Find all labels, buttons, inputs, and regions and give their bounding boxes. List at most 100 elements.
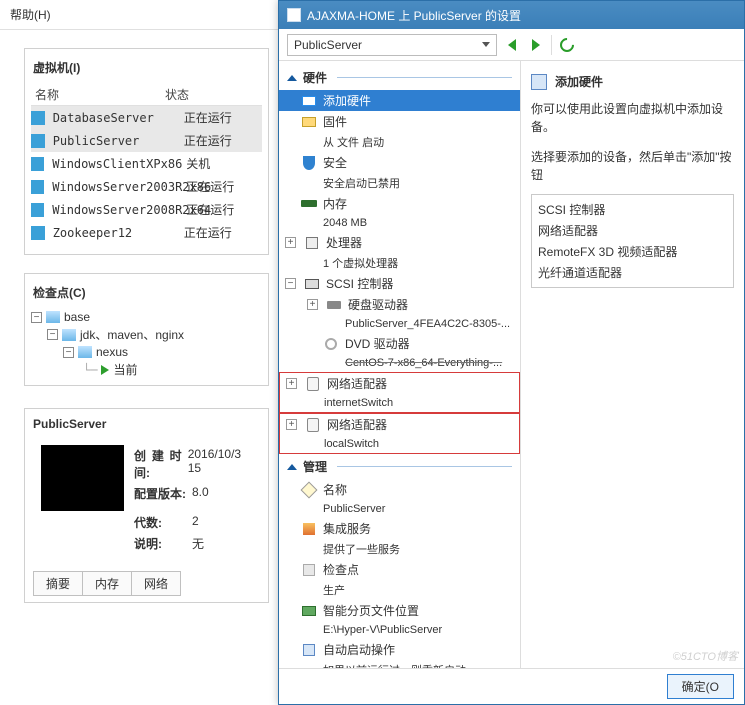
hardware-options-list[interactable]: SCSI 控制器 网络适配器 RemoteFX 3D 视频适配器 光纤通道适配器 — [531, 194, 734, 288]
cpu-icon — [304, 236, 320, 250]
arrow-left-icon — [508, 39, 516, 51]
tree-node-base[interactable]: − base — [31, 309, 262, 325]
node-memory[interactable]: 内存 — [279, 193, 520, 214]
dialog-titlebar[interactable]: AJAXMA-HOME 上 PublicServer 的设置 — [279, 1, 744, 29]
reload-icon — [557, 35, 577, 55]
node-security[interactable]: 安全 — [279, 152, 520, 173]
nic-icon — [305, 377, 321, 391]
node-scsi[interactable]: −SCSI 控制器 — [279, 273, 520, 294]
node-smartpage[interactable]: 智能分页文件位置 — [279, 600, 520, 621]
vm-icon — [31, 180, 44, 194]
tab-network[interactable]: 网络 — [131, 571, 181, 596]
firmware-icon — [301, 115, 317, 129]
vm-thumbnail[interactable] — [41, 445, 124, 511]
node-nic2[interactable]: +网络适配器 — [280, 414, 519, 435]
expand-icon[interactable]: − — [31, 312, 42, 323]
settings-tree: 硬件 添加硬件 固件 从 文件 启动 安全 安全启动已禁用 内存 2048 MB… — [279, 61, 521, 668]
refresh-button[interactable] — [558, 36, 576, 54]
option-nic[interactable]: 网络适配器 — [538, 220, 727, 241]
hdd-icon — [326, 298, 342, 312]
checkpoint-panel: 检查点(C) − base − jdk、maven、nginx − nexus … — [24, 273, 269, 386]
folder-icon — [46, 311, 60, 323]
col-name[interactable]: 名称 — [31, 86, 161, 103]
option-scsi[interactable]: SCSI 控制器 — [538, 199, 727, 220]
vm-grid-header: 名称 状态 — [31, 84, 262, 106]
expand-icon[interactable]: − — [63, 347, 74, 358]
highlight-nic2: +网络适配器 localSwitch — [279, 413, 520, 454]
checkpoint-icon — [301, 563, 317, 577]
tree-node-nexus[interactable]: − nexus — [31, 344, 262, 360]
node-security-sub: 安全启动已禁用 — [279, 173, 520, 193]
detail-title: PublicServer — [33, 417, 260, 441]
option-gpu[interactable]: RemoteFX 3D 视频适配器 — [538, 241, 727, 262]
node-dvd[interactable]: DVD 驱动器 — [279, 333, 520, 354]
vm-settings-dialog: AJAXMA-HOME 上 PublicServer 的设置 PublicSer… — [278, 0, 745, 705]
expand-icon[interactable]: + — [286, 378, 297, 389]
current-icon — [101, 365, 109, 375]
host-window: 帮助(H) 虚拟机(I) 名称 状态 DatabaseServer正在运行 Pu… — [0, 0, 280, 705]
expand-icon[interactable]: − — [47, 329, 58, 340]
dialog-title: AJAXMA-HOME 上 PublicServer 的设置 — [307, 7, 521, 24]
vm-icon — [31, 226, 45, 240]
node-checkpoint[interactable]: 检查点 — [279, 559, 520, 580]
nic-icon — [305, 418, 321, 432]
section-hardware[interactable]: 硬件 — [279, 65, 520, 90]
folder-icon — [62, 329, 76, 341]
vm-row[interactable]: WindowsClientXPx86关机 — [31, 152, 262, 175]
vm-list-title: 虚拟机(I) — [31, 55, 262, 84]
node-autostart[interactable]: 自动启动操作 — [279, 639, 520, 660]
shield-icon — [301, 156, 317, 170]
node-integration[interactable]: 集成服务 — [279, 518, 520, 539]
node-nic1[interactable]: +网络适配器 — [280, 373, 519, 394]
node-nic2-sub: localSwitch — [280, 435, 519, 453]
node-autostart-sub: 如果以前运行过，则重新启动 — [279, 660, 520, 668]
node-firmware[interactable]: 固件 — [279, 111, 520, 132]
nav-next-button[interactable] — [527, 36, 545, 54]
node-name[interactable]: 名称 — [279, 479, 520, 500]
services-icon — [301, 522, 317, 536]
node-integration-sub: 提供了一些服务 — [279, 539, 520, 559]
option-fc[interactable]: 光纤通道适配器 — [538, 262, 727, 283]
vm-row[interactable]: WindowsServer2003R2x86正在运行 — [31, 175, 262, 198]
col-state[interactable]: 状态 — [165, 86, 245, 103]
settings-content: 添加硬件 你可以使用此设置向虚拟机中添加设备。 选择要添加的设备，然后单击"添加… — [521, 61, 744, 668]
tag-icon — [301, 483, 317, 497]
content-heading: 添加硬件 — [531, 69, 744, 98]
app-icon — [287, 8, 301, 22]
expand-icon[interactable]: + — [285, 237, 296, 248]
vm-row[interactable]: PublicServer正在运行 — [31, 129, 262, 152]
expand-icon[interactable]: − — [285, 278, 296, 289]
node-add-hardware[interactable]: 添加硬件 — [279, 90, 520, 111]
menu-help[interactable]: 帮助(H) — [0, 0, 279, 30]
memory-icon — [301, 197, 317, 211]
collapse-icon — [287, 464, 297, 470]
ok-button[interactable]: 确定(O — [667, 674, 734, 699]
vm-icon — [31, 157, 44, 171]
node-name-sub: PublicServer — [279, 500, 520, 518]
add-hardware-icon — [531, 74, 547, 90]
vm-selector-combo[interactable]: PublicServer — [287, 34, 497, 56]
node-hdd[interactable]: +硬盘驱动器 — [279, 294, 520, 315]
expand-icon[interactable]: + — [307, 299, 318, 310]
node-cpu-sub: 1 个虚拟处理器 — [279, 253, 520, 273]
scsi-icon — [304, 277, 320, 291]
tab-summary[interactable]: 摘要 — [33, 571, 83, 596]
folder-icon — [78, 346, 92, 358]
content-desc1: 你可以使用此设置向虚拟机中添加设备。 — [531, 98, 744, 146]
nav-prev-button[interactable] — [503, 36, 521, 54]
vm-row[interactable]: WindowsServer2008R2x64正在运行 — [31, 198, 262, 221]
node-cpu[interactable]: +处理器 — [279, 232, 520, 253]
section-management[interactable]: 管理 — [279, 454, 520, 479]
vm-row[interactable]: Zookeeper12正在运行 — [31, 221, 262, 244]
dialog-button-row: 确定(O — [279, 668, 744, 704]
node-firmware-sub: 从 文件 启动 — [279, 132, 520, 152]
vm-row[interactable]: DatabaseServer正在运行 — [31, 106, 262, 129]
detail-tabs: 摘要 内存 网络 — [33, 571, 180, 596]
tree-node-current[interactable]: └─ 当前 — [31, 360, 262, 379]
tab-memory[interactable]: 内存 — [82, 571, 132, 596]
vm-list-panel: 虚拟机(I) 名称 状态 DatabaseServer正在运行 PublicSe… — [24, 48, 269, 255]
node-nic1-sub: internetSwitch — [280, 394, 519, 412]
expand-icon[interactable]: + — [286, 419, 297, 430]
dvd-icon — [323, 337, 339, 351]
tree-node-jdk[interactable]: − jdk、maven、nginx — [31, 325, 262, 344]
